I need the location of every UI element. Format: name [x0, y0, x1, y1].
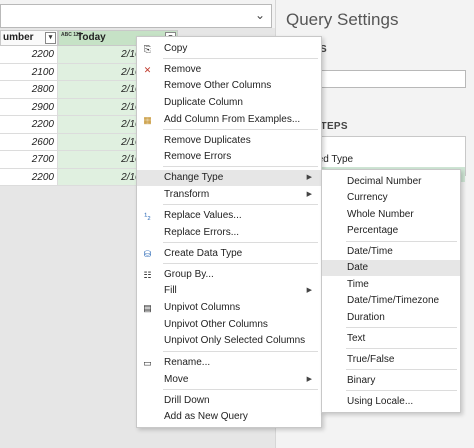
- menu-separator: [346, 348, 457, 349]
- menu-item-replace-errors[interactable]: Replace Errors...: [137, 225, 321, 241]
- menu-item-label: Remove: [164, 64, 202, 75]
- menu-item-move[interactable]: Move ▶: [137, 372, 321, 388]
- menu-item-change-type[interactable]: Change Type ▶: [137, 170, 321, 186]
- menu-item-remove-errors[interactable]: Remove Errors: [137, 149, 321, 165]
- type-option-text[interactable]: Text: [322, 331, 460, 347]
- type-option-true-false[interactable]: True/False: [322, 352, 460, 368]
- menu-separator: [163, 166, 318, 167]
- type-option-date-time-timezone[interactable]: Date/Time/Timezone: [322, 293, 460, 309]
- cell-number[interactable]: 2200: [0, 46, 58, 64]
- cell-number[interactable]: 2800: [0, 81, 58, 99]
- cell-number[interactable]: 2200: [0, 116, 58, 134]
- menu-item-label: Unpivot Other Columns: [164, 319, 268, 330]
- add-column-examples-icon: ▦: [143, 115, 152, 125]
- menu-item-label: Move: [164, 374, 189, 385]
- filter-dropdown-icon[interactable]: ▾: [45, 32, 56, 44]
- menu-item-transform[interactable]: Transform ▶: [137, 187, 321, 203]
- type-any-icon[interactable]: ABC 123: [61, 32, 82, 38]
- menu-item-label: Group By...: [164, 269, 214, 280]
- menu-item-label: Replace Errors...: [164, 227, 240, 238]
- menu-item-rename[interactable]: ▭ Rename...: [137, 355, 321, 371]
- cell-number[interactable]: 2900: [0, 98, 58, 116]
- menu-item-label: Add as New Query: [164, 411, 248, 422]
- menu-item-create-data-type[interactable]: ⛁ Create Data Type: [137, 246, 321, 262]
- menu-separator: [346, 369, 457, 370]
- chevron-right-icon: ▶: [306, 191, 312, 198]
- chevron-down-icon[interactable]: ⌄: [255, 8, 265, 22]
- menu-item-label: Unpivot Columns: [164, 302, 241, 313]
- type-option-using-locale[interactable]: Using Locale...: [322, 394, 460, 410]
- applied-step[interactable]: anged Type: [297, 152, 465, 167]
- type-option-decimal-number[interactable]: Decimal Number: [322, 174, 460, 190]
- menu-item-group-by[interactable]: ☷ Group By...: [137, 267, 321, 283]
- change-type-submenu: Decimal Number Currency Whole Number Percen…: [321, 169, 461, 413]
- formula-bar[interactable]: ⌄: [0, 4, 272, 28]
- menu-item-label: Remove Other Columns: [164, 80, 272, 91]
- type-option-duration[interactable]: Duration: [322, 310, 460, 326]
- menu-item-label: Unpivot Only Selected Columns: [164, 335, 306, 346]
- menu-item-label: Remove Duplicates: [164, 135, 251, 146]
- group-by-icon: ☷: [143, 270, 152, 280]
- menu-item-label: Add Column From Examples...: [164, 114, 301, 125]
- menu-item-drill-down[interactable]: Drill Down: [137, 393, 321, 409]
- menu-separator: [163, 242, 318, 243]
- menu-separator: [163, 263, 318, 264]
- type-option-time[interactable]: Time: [322, 277, 460, 293]
- chevron-right-icon: ▶: [306, 287, 312, 294]
- query-settings-title: Query Settings: [286, 10, 399, 29]
- rename-icon: ▭: [143, 358, 152, 368]
- menu-separator: [346, 241, 457, 242]
- cell-number[interactable]: 2600: [0, 133, 58, 151]
- menu-item-label: Copy: [164, 43, 188, 54]
- menu-item-label: Rename...: [164, 357, 211, 368]
- menu-item-label: Fill: [164, 285, 177, 296]
- column-header-number[interactable]: umber ▾: [0, 30, 58, 46]
- remove-icon: ✕: [143, 65, 152, 75]
- type-option-binary[interactable]: Binary: [322, 373, 460, 389]
- menu-item-label: Transform: [164, 189, 210, 200]
- column-context-menu: ⎘ Copy ✕ Remove Remove Other Columns Duplicat…: [136, 36, 322, 428]
- unpivot-icon: ▤: [143, 303, 152, 313]
- menu-item-label: Replace Values...: [164, 210, 242, 221]
- menu-item-duplicate-column[interactable]: Duplicate Column: [137, 95, 321, 111]
- menu-item-remove-duplicates[interactable]: Remove Duplicates: [137, 133, 321, 149]
- type-option-date-time[interactable]: Date/Time: [322, 244, 460, 260]
- type-option-whole-number[interactable]: Whole Number: [322, 207, 460, 223]
- cell-number[interactable]: 2100: [0, 63, 58, 81]
- menu-item-label: Change Type: [164, 172, 224, 183]
- type-option-percentage[interactable]: Percentage: [322, 223, 460, 239]
- menu-item-label: Duplicate Column: [164, 97, 243, 108]
- chevron-right-icon: ▶: [306, 174, 312, 181]
- column-header-label: umber: [3, 32, 34, 43]
- menu-item-add-column-from-examples[interactable]: ▦ Add Column From Examples...: [137, 112, 321, 128]
- menu-item-remove-other-columns[interactable]: Remove Other Columns: [137, 78, 321, 94]
- menu-item-unpivot-other-columns[interactable]: Unpivot Other Columns: [137, 317, 321, 333]
- menu-separator: [163, 204, 318, 205]
- menu-separator: [163, 351, 318, 352]
- type-option-currency[interactable]: Currency: [322, 190, 460, 206]
- menu-item-label: Drill Down: [164, 395, 210, 406]
- menu-item-label: Remove Errors: [164, 151, 232, 162]
- menu-item-replace-values[interactable]: ¹₂ Replace Values...: [137, 208, 321, 224]
- cell-number[interactable]: 2700: [0, 151, 58, 169]
- chevron-right-icon: ▶: [306, 376, 312, 383]
- menu-separator: [346, 327, 457, 328]
- applied-step[interactable]: urce: [297, 137, 465, 152]
- create-data-type-icon: ⛁: [143, 249, 152, 259]
- menu-separator: [163, 129, 318, 130]
- menu-item-remove[interactable]: ✕ Remove: [137, 62, 321, 78]
- menu-separator: [163, 389, 318, 390]
- menu-item-add-as-new-query[interactable]: Add as New Query: [137, 409, 321, 425]
- menu-separator: [163, 58, 318, 59]
- menu-separator: [346, 390, 457, 391]
- cell-number[interactable]: 2200: [0, 168, 58, 186]
- copy-icon: ⎘: [143, 44, 152, 54]
- menu-item-unpivot-columns[interactable]: ▤ Unpivot Columns: [137, 300, 321, 316]
- menu-item-fill[interactable]: Fill ▶: [137, 283, 321, 299]
- type-option-date[interactable]: Date: [322, 260, 460, 276]
- replace-values-icon: ¹₂: [144, 211, 151, 221]
- menu-item-copy[interactable]: ⎘ Copy: [137, 41, 321, 57]
- menu-item-unpivot-only-selected-columns[interactable]: Unpivot Only Selected Columns: [137, 333, 321, 349]
- menu-item-label: Create Data Type: [164, 248, 243, 259]
